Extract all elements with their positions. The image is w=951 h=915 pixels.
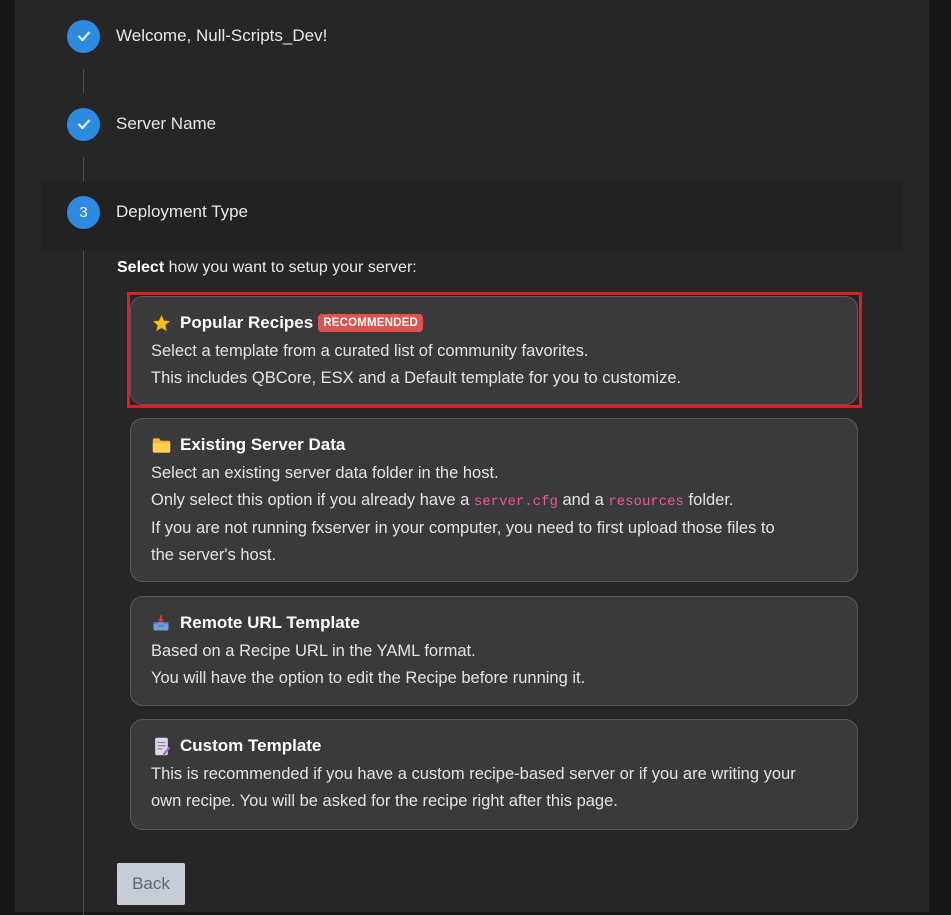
check-icon xyxy=(67,19,100,53)
card-title: Remote URL Template xyxy=(151,611,837,635)
custom-template-title: Custom Template xyxy=(180,736,322,755)
option-remote-url-template[interactable]: Remote URL Template Based on a Recipe UR… xyxy=(130,596,858,706)
step-deployment-type: 3 Deployment Type xyxy=(67,195,248,229)
step-server-name: Server Name xyxy=(67,107,216,141)
card-description: Select an existing server data folder in… xyxy=(151,464,499,482)
card-description: the server's host. xyxy=(151,545,277,564)
instructions-bold: Select xyxy=(117,259,165,276)
memo-icon xyxy=(151,736,171,756)
text-segment: Only select this option if you already h… xyxy=(151,490,474,509)
server-cfg-code: server.cfg xyxy=(473,493,558,510)
deployment-instructions: Select how you want to setup your server… xyxy=(117,259,417,277)
text-segment: folder. xyxy=(683,490,734,509)
step-connector xyxy=(83,157,84,181)
option-custom-template[interactable]: Custom Template This is recommended if y… xyxy=(130,719,858,830)
card-description: Only select this option if you already h… xyxy=(151,487,837,516)
star-icon xyxy=(151,313,171,333)
step-welcome: Welcome, Null-Scripts_Dev! xyxy=(67,19,327,53)
card-description: Based on a Recipe URL in the YAML format… xyxy=(151,642,476,660)
card-title: Popular Recipes RECOMMENDED xyxy=(151,311,837,335)
step-connector xyxy=(83,245,84,915)
option-existing-server-data[interactable]: Existing Server Data Select an existing … xyxy=(130,418,858,582)
step-label: Welcome, Null-Scripts_Dev! xyxy=(116,26,328,45)
option-popular-recipes[interactable]: Popular Recipes RECOMMENDED Select a tem… xyxy=(130,296,858,405)
text-segment: and a xyxy=(557,490,609,509)
step-label: Deployment Type xyxy=(116,202,248,221)
popular-recipes-title: Popular Recipes xyxy=(180,313,314,332)
step-label: Server Name xyxy=(116,114,217,133)
check-icon xyxy=(67,107,100,141)
existing-server-data-title: Existing Server Data xyxy=(180,435,346,454)
card-description: If you are not running fxserver in your … xyxy=(151,519,775,537)
inbox-tray-icon xyxy=(151,613,171,633)
card-description: This includes QBCore, ESX and a Default … xyxy=(151,368,682,387)
recommended-badge: RECOMMENDED xyxy=(318,314,424,332)
card-description: own recipe. You will be asked for the re… xyxy=(151,791,618,810)
card-title: Custom Template xyxy=(151,734,837,758)
setup-wizard-page: Welcome, Null-Scripts_Dev! Server Name 3… xyxy=(0,0,951,915)
remote-url-template-title: Remote URL Template xyxy=(180,613,360,632)
folder-icon xyxy=(151,435,171,455)
resources-code: resources xyxy=(608,493,684,510)
step-connector xyxy=(83,69,84,93)
card-description: This is recommended if you have a custom… xyxy=(151,765,796,783)
step-number: 3 xyxy=(67,195,100,229)
back-button[interactable]: Back xyxy=(117,863,185,905)
instructions-text: how you want to setup your server: xyxy=(164,259,417,276)
card-title: Existing Server Data xyxy=(151,433,837,457)
card-description: You will have the option to edit the Rec… xyxy=(151,668,586,687)
card-description: Select a template from a curated list of… xyxy=(151,342,589,360)
